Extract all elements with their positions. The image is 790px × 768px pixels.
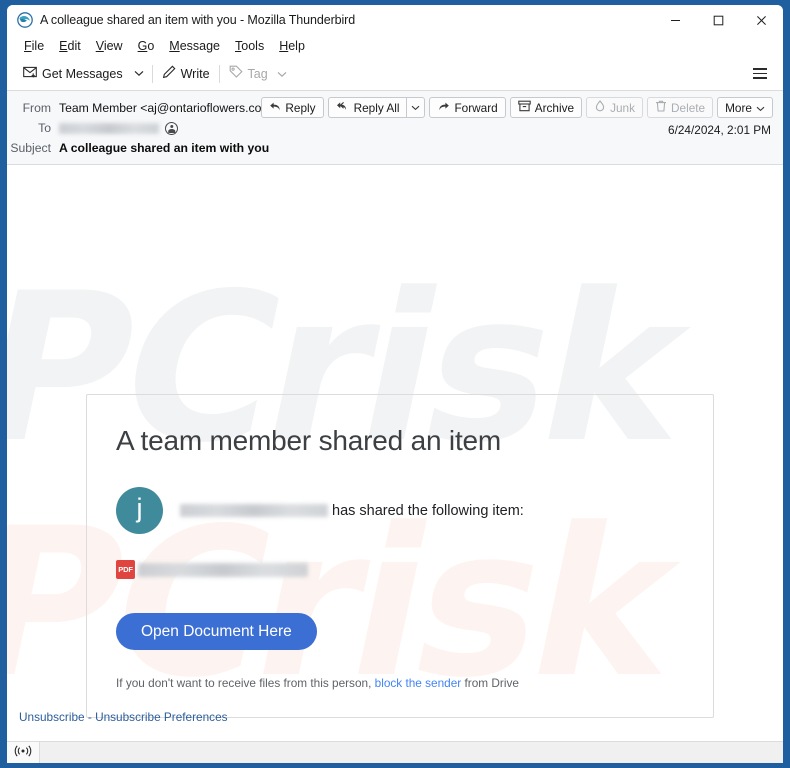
pencil-icon bbox=[162, 65, 176, 82]
share-sentence-wrap: has shared the following item: bbox=[180, 503, 524, 519]
write-label: Write bbox=[180, 66, 210, 81]
reply-label: Reply bbox=[285, 100, 316, 115]
window-controls bbox=[654, 5, 783, 35]
email-card: A team member shared an item j has share… bbox=[86, 394, 714, 718]
delete-button[interactable]: Delete bbox=[647, 97, 714, 118]
forward-label: Forward bbox=[454, 100, 498, 115]
forward-button[interactable]: Forward bbox=[429, 97, 506, 118]
reply-icon bbox=[269, 101, 281, 115]
contact-icon[interactable] bbox=[165, 121, 178, 135]
menu-file[interactable]: File bbox=[17, 38, 52, 54]
open-document-button[interactable]: Open Document Here bbox=[116, 613, 317, 650]
pdf-icon: PDF bbox=[116, 560, 135, 579]
get-messages-dropdown[interactable] bbox=[129, 62, 149, 86]
from-label: From bbox=[22, 101, 51, 115]
more-label: More bbox=[725, 100, 752, 115]
message-date: 6/24/2024, 2:01 PM bbox=[668, 123, 771, 137]
header-row-subject: Subject A colleague shared an item with … bbox=[7, 138, 783, 158]
junk-button[interactable]: Junk bbox=[586, 97, 643, 118]
write-button[interactable]: Write bbox=[156, 62, 216, 86]
footer-address-block: Google LLC, 1600 Amphitheatre Parkway, M… bbox=[115, 739, 585, 741]
menu-help[interactable]: Help bbox=[272, 38, 313, 54]
unsubscribe-separator: - bbox=[87, 710, 92, 724]
fineprint-prefix: If you don't want to receive files from … bbox=[116, 676, 372, 690]
connection-status[interactable] bbox=[7, 742, 40, 763]
sharer-row: j has shared the following item: bbox=[116, 487, 524, 534]
reply-all-button[interactable]: Reply All bbox=[327, 97, 407, 118]
close-button[interactable] bbox=[740, 5, 783, 35]
window-title: A colleague shared an item with you - Mo… bbox=[40, 13, 356, 27]
from-value[interactable]: Team Member <aj@ontarioflowers.com> bbox=[59, 101, 279, 115]
junk-icon bbox=[594, 100, 606, 115]
menu-tools[interactable]: Tools bbox=[228, 38, 272, 54]
reply-all-label: Reply All bbox=[353, 100, 400, 115]
email-heading: A team member shared an item bbox=[116, 425, 502, 456]
archive-icon bbox=[517, 100, 531, 115]
toolbar-separator-1 bbox=[151, 64, 153, 83]
menu-go[interactable]: Go bbox=[131, 38, 163, 54]
tag-dropdown-icon bbox=[277, 67, 287, 81]
title-bar: A colleague shared an item with you - Mo… bbox=[7, 5, 783, 35]
toolbar-separator-2 bbox=[218, 64, 220, 83]
get-messages-button[interactable]: Get Messages bbox=[17, 62, 129, 86]
menu-message[interactable]: Message bbox=[162, 38, 228, 54]
tag-icon bbox=[229, 65, 243, 82]
reply-button[interactable]: Reply bbox=[261, 97, 324, 118]
main-toolbar: Get Messages Write Tag bbox=[7, 57, 783, 91]
get-messages-icon bbox=[23, 65, 37, 82]
email-footer: Google LLC, 1600 Amphitheatre Parkway, M… bbox=[115, 739, 715, 741]
thunderbird-window: A colleague shared an item with you - Mo… bbox=[7, 5, 783, 763]
tag-button[interactable]: Tag bbox=[223, 62, 293, 86]
app-menu-button[interactable] bbox=[749, 63, 771, 85]
get-messages-label: Get Messages bbox=[42, 66, 123, 81]
subject-value: A colleague shared an item with you bbox=[59, 141, 270, 155]
block-sender-link[interactable]: block the sender bbox=[375, 676, 462, 690]
message-header: From Team Member <aj@ontarioflowers.com>… bbox=[7, 91, 783, 165]
to-value-wrap bbox=[59, 121, 178, 135]
reply-all-split-button: Reply All bbox=[327, 97, 426, 118]
trash-icon bbox=[655, 100, 667, 115]
to-value-redacted bbox=[59, 122, 159, 134]
delete-label: Delete bbox=[671, 100, 706, 115]
tag-label: Tag bbox=[247, 66, 268, 81]
message-action-buttons: Reply Reply All Forward Archive Junk Del… bbox=[261, 97, 773, 118]
sharer-email-redacted bbox=[180, 504, 328, 517]
menu-view[interactable]: View bbox=[89, 38, 131, 54]
subject-label: Subject bbox=[10, 141, 51, 155]
status-bar bbox=[7, 741, 783, 763]
junk-label: Junk bbox=[610, 100, 635, 115]
archive-label: Archive bbox=[534, 100, 575, 115]
attachment-row[interactable]: PDF bbox=[116, 560, 308, 579]
block-sender-fineprint: If you don't want to receive files from … bbox=[116, 676, 519, 690]
avatar: j bbox=[116, 487, 163, 534]
reply-all-dropdown[interactable] bbox=[406, 97, 426, 118]
attachment-filename-redacted bbox=[138, 562, 308, 577]
maximize-button[interactable] bbox=[697, 5, 740, 35]
thunderbird-icon bbox=[17, 12, 33, 28]
menu-edit[interactable]: Edit bbox=[52, 38, 89, 54]
more-button[interactable]: More bbox=[717, 97, 773, 118]
unsubscribe-bar: Unsubscribe - Unsubscribe Preferences bbox=[19, 710, 228, 724]
chevron-down-icon bbox=[756, 101, 765, 115]
forward-icon bbox=[437, 101, 450, 115]
broadcast-icon bbox=[14, 745, 32, 760]
minimize-button[interactable] bbox=[654, 5, 697, 35]
footer-line-1: Google LLC, 1600 Amphitheatre Parkway, M… bbox=[115, 739, 585, 741]
fineprint-suffix: from Drive bbox=[464, 676, 519, 690]
menu-bar: File Edit View Go Message Tools Help bbox=[7, 35, 783, 57]
reply-all-icon bbox=[336, 101, 350, 115]
message-body: PCrisk PCrisk A team member shared an it… bbox=[7, 165, 783, 741]
archive-button[interactable]: Archive bbox=[509, 97, 583, 118]
share-sentence: has shared the following item: bbox=[332, 502, 524, 519]
to-label: To bbox=[38, 121, 51, 135]
unsubscribe-preferences-link[interactable]: Unsubscribe Preferences bbox=[95, 710, 227, 724]
footer-line1-text: Google LLC, 1600 Amphitheatre Parkway, M… bbox=[115, 739, 503, 741]
header-row-to: To bbox=[7, 118, 783, 138]
unsubscribe-link[interactable]: Unsubscribe bbox=[19, 710, 85, 724]
